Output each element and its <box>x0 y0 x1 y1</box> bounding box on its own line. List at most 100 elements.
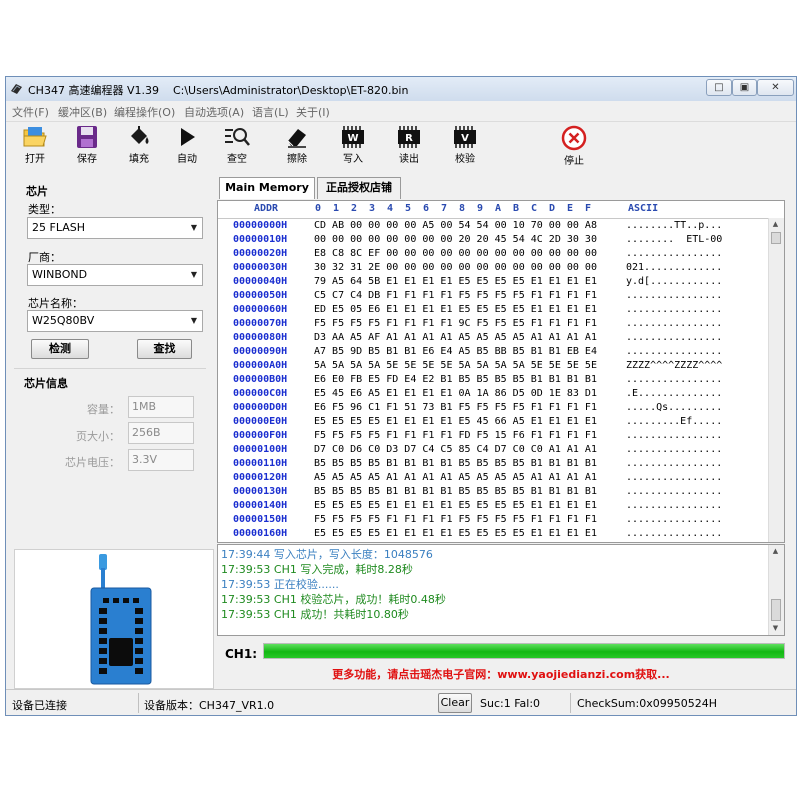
fill-button[interactable]: 填充 <box>114 123 164 173</box>
verify-button[interactable]: V 校验 <box>440 123 490 173</box>
hex-bytes: E6 F5 96 C1 F1 51 73 B1 F5 F5 F5 F5 F1 F… <box>314 402 597 413</box>
vendor-select[interactable]: WINBOND ▼ <box>27 264 203 286</box>
write-tag: W <box>347 133 358 144</box>
hex-ascii: ZZZZ^^^^ZZZZ^^^^ <box>626 360 723 371</box>
save-label: 保存 <box>77 154 97 165</box>
minimize-button[interactable]: □ <box>706 79 732 96</box>
hex-row[interactable]: 00000090H A7 B5 9D B5 B1 B1 E6 E4 A5 B5 B… <box>218 346 770 360</box>
hex-address: 00000030H <box>233 262 288 273</box>
hex-bytes: 5A 5A 5A 5A 5E 5E 5E 5E 5A 5A 5A 5A 5E 5… <box>314 360 597 371</box>
col-header: 9 <box>477 203 484 214</box>
menu-auto[interactable]: 自动选项(A) <box>184 104 244 120</box>
scroll-thumb[interactable] <box>771 599 781 621</box>
promo-link[interactable]: 更多功能，请点击瑶杰电子官网：www.yaojiedianzi.com获取... <box>217 666 785 682</box>
search-list-icon <box>225 128 250 146</box>
blank-check-button[interactable]: 查空 <box>212 123 262 173</box>
hex-row[interactable]: 000000A0H 5A 5A 5A 5A 5E 5E 5E 5E 5A 5A 5… <box>218 360 770 374</box>
chip-type-select[interactable]: 25 FLASH ▼ <box>27 217 203 239</box>
fill-label: 填充 <box>129 154 149 165</box>
hex-row[interactable]: 00000020H E8 C8 8C EF 00 00 00 00 00 00 0… <box>218 248 770 262</box>
menu-file[interactable]: 文件(F) <box>12 104 49 120</box>
scroll-down-icon[interactable]: ▼ <box>771 623 780 633</box>
read-button[interactable]: R 读出 <box>384 123 434 173</box>
hex-bytes: 79 A5 64 5B E1 E1 E1 E1 E5 E5 E5 E5 E1 E… <box>314 276 597 287</box>
chip-info-section-title: 芯片信息 <box>24 377 68 390</box>
menu-bar: 文件(F) 缓冲区(B) 编程操作(O) 自动选项(A) 语言(L) 关于(I) <box>6 101 796 122</box>
hex-row[interactable]: 00000000H CD AB 00 00 00 00 A5 00 54 54 0… <box>218 220 770 234</box>
save-button[interactable]: 保存 <box>62 123 112 173</box>
hex-row[interactable]: 00000080H D3 AA A5 AF A1 A1 A1 A1 A5 A5 A… <box>218 332 770 346</box>
hex-ascii: ................ <box>626 290 723 301</box>
hex-row[interactable]: 00000120H A5 A5 A5 A5 A1 A1 A1 A1 A5 A5 A… <box>218 472 770 486</box>
hex-scrollbar[interactable]: ▲ <box>768 218 784 542</box>
log-line-1: 17:39:53 CH1 写入完成，耗时8.28秒 <box>221 563 413 576</box>
hex-address: 000000E0H <box>233 416 288 427</box>
stop-label: 停止 <box>564 156 584 167</box>
detect-button[interactable]: 检测 <box>31 339 89 359</box>
hex-ascii: ................ <box>626 486 723 497</box>
hex-row[interactable]: 000000F0H F5 F5 F5 F5 F1 F1 F1 F1 FD F5 1… <box>218 430 770 444</box>
hex-address: 00000110H <box>233 458 288 469</box>
menu-language[interactable]: 语言(L) <box>252 104 289 120</box>
floppy-icon <box>77 126 97 148</box>
paint-bucket-icon <box>131 126 149 144</box>
scroll-up-icon[interactable]: ▲ <box>771 546 780 556</box>
voltage-field: 3.3V <box>128 449 194 471</box>
play-icon <box>181 128 195 146</box>
progress-fill <box>264 644 784 658</box>
col-header: 0 <box>315 203 322 214</box>
menu-about[interactable]: 关于(I) <box>296 104 330 120</box>
window-title: CH347 高速编程器 V1.39 C:\Users\Administrator\… <box>28 82 408 98</box>
hex-ascii: ................ <box>626 528 723 539</box>
search-button[interactable]: 查找 <box>137 339 192 359</box>
log-line-3: 17:39:53 CH1 校验芯片，成功！耗时0.48秒 <box>221 593 446 606</box>
zif-socket-icon <box>90 554 152 685</box>
open-button[interactable]: 打开 <box>10 123 60 173</box>
hex-row[interactable]: 00000100H D7 C0 D6 C0 D3 D7 C4 C5 85 C4 D… <box>218 444 770 458</box>
open-label: 打开 <box>25 154 45 165</box>
hex-row[interactable]: 00000030H 30 32 31 2E 00 00 00 00 00 00 0… <box>218 262 770 276</box>
write-button[interactable]: W 写入 <box>328 123 378 173</box>
tab-main-memory[interactable]: Main Memory <box>219 177 315 199</box>
scroll-thumb[interactable] <box>771 232 781 244</box>
hex-row[interactable]: 00000130H B5 B5 B5 B5 B1 B1 B1 B1 B5 B5 B… <box>218 486 770 500</box>
hex-address: 00000060H <box>233 304 288 315</box>
status-bar: 设备已连接 设备版本：CH347_VR1.0 Clear Suc:1 Fal:0… <box>6 689 796 715</box>
hex-row[interactable]: 000000D0H E6 F5 96 C1 F1 51 73 B1 F5 F5 F… <box>218 402 770 416</box>
menu-program[interactable]: 编程操作(O) <box>114 104 175 120</box>
log-scrollbar[interactable]: ▲ ▼ <box>768 545 784 635</box>
hex-row[interactable]: 00000010H 00 00 00 00 00 00 00 00 20 20 4… <box>218 234 770 248</box>
clear-button[interactable]: Clear <box>438 693 472 713</box>
menu-buffer[interactable]: 缓冲区(B) <box>58 104 107 120</box>
eraser-icon <box>287 129 306 148</box>
hex-row[interactable]: 00000160H E5 E5 E5 E5 E1 E1 E1 E1 E5 E5 E… <box>218 528 770 542</box>
hex-address: 00000100H <box>233 444 288 455</box>
chip-name-select[interactable]: W25Q80BV ▼ <box>27 310 203 332</box>
hex-row[interactable]: 00000060H ED E5 05 E6 E1 E1 E1 E1 E5 E5 E… <box>218 304 770 318</box>
erase-button[interactable]: 擦除 <box>272 123 322 173</box>
hex-row[interactable]: 00000050H C5 C7 C4 DB F1 F1 F1 F1 F5 F5 F… <box>218 290 770 304</box>
hex-row[interactable]: 00000150H F5 F5 F5 F5 F1 F1 F1 F1 F5 F5 F… <box>218 514 770 528</box>
hex-ascii: .........Ef..... <box>626 416 723 427</box>
tab-authorized-store[interactable]: 正品授权店铺 <box>317 177 401 199</box>
chip-section-title: 芯片 <box>26 185 48 198</box>
close-button[interactable]: ✕ <box>757 79 794 96</box>
auto-label: 自动 <box>177 154 197 165</box>
hex-ascii: ................ <box>626 374 723 385</box>
hex-row[interactable]: 000000B0H E6 E0 FB E5 FD E4 E2 B1 B5 B5 B… <box>218 374 770 388</box>
hex-bytes: E5 45 E6 A5 E1 E1 E1 E1 0A 1A 86 D5 0D 1… <box>314 388 597 399</box>
app-window: CH347 高速编程器 V1.39 C:\Users\Administrator\… <box>5 76 797 716</box>
hex-row[interactable]: 00000140H E5 E5 E5 E5 E1 E1 E1 E1 E5 E5 E… <box>218 500 770 514</box>
hex-row[interactable]: 00000040H 79 A5 64 5B E1 E1 E1 E1 E5 E5 E… <box>218 276 770 290</box>
maximize-button[interactable]: ▣ <box>732 79 757 96</box>
hex-row[interactable]: 000000E0H E5 E5 E5 E5 E1 E1 E1 E1 E5 45 6… <box>218 416 770 430</box>
device-version: 设备版本：CH347_VR1.0 <box>144 699 275 712</box>
auto-button[interactable]: 自动 <box>162 123 212 173</box>
verify-tag: V <box>461 133 469 144</box>
hex-row[interactable]: 00000110H B5 B5 B5 B5 B1 B1 B1 B1 B5 B5 B… <box>218 458 770 472</box>
scroll-up-icon[interactable]: ▲ <box>771 219 780 229</box>
hex-address: 000000D0H <box>233 402 288 413</box>
stop-button[interactable]: 停止 <box>549 123 599 173</box>
hex-row[interactable]: 000000C0H E5 45 E6 A5 E1 E1 E1 E1 0A 1A 8… <box>218 388 770 402</box>
hex-row[interactable]: 00000070H F5 F5 F5 F5 F1 F1 F1 F1 9C F5 F… <box>218 318 770 332</box>
